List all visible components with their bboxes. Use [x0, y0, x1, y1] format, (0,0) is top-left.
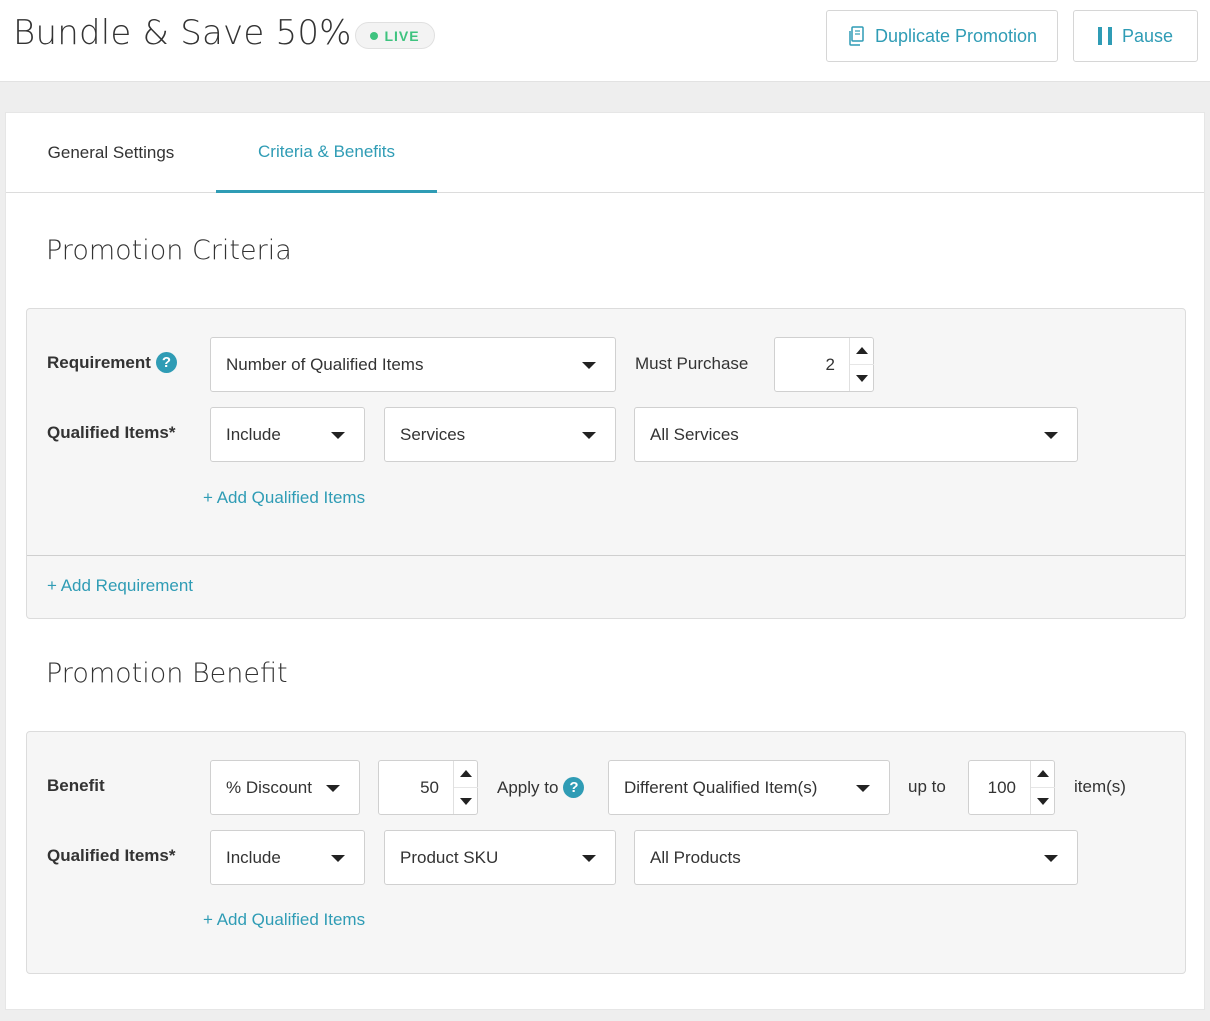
live-dot-icon [370, 31, 379, 40]
tab-bar: General Settings Criteria & Benefits [6, 113, 1204, 193]
requirement-row-label: Requirement ? [47, 352, 177, 373]
apply-to-group: Apply to ? [497, 777, 585, 798]
benefit-amount-stepper[interactable]: 50 [378, 760, 478, 815]
increment-arrow-icon[interactable] [856, 347, 868, 354]
must-purchase-label: Must Purchase [635, 354, 749, 373]
benefit-label: Benefit [47, 776, 105, 795]
duplicate-promotion-button[interactable]: Duplicate Promotion [826, 10, 1058, 62]
must-purchase-stepper[interactable]: 2 [774, 337, 874, 392]
chevron-down-icon [1044, 432, 1058, 439]
status-badge-label: LIVE [384, 27, 420, 44]
chevron-down-icon [331, 432, 345, 439]
tab-general-settings[interactable]: General Settings [6, 113, 216, 193]
benefit-qualified-type-value: Product SKU [400, 847, 499, 867]
criteria-section-title: Promotion Criteria [46, 235, 292, 266]
help-icon[interactable]: ? [563, 777, 585, 798]
chevron-down-icon [856, 785, 870, 792]
pause-icon [1097, 27, 1112, 45]
chevron-down-icon [326, 785, 340, 792]
must-purchase-value[interactable]: 2 [775, 338, 835, 391]
divider [27, 555, 1185, 556]
up-to-value[interactable]: 100 [969, 761, 1016, 814]
increment-arrow-icon[interactable] [460, 770, 472, 777]
up-to-label: up to [908, 777, 946, 796]
requirement-select[interactable]: Number of Qualified Items [210, 337, 616, 392]
pause-label: Pause [1121, 25, 1174, 46]
apply-to-value: Different Qualified Item(s) [624, 777, 818, 797]
requirement-label: Requirement [47, 352, 151, 372]
criteria-panel: Requirement ? Number of Qualified Items … [26, 308, 1186, 619]
qualified-mode-select[interactable]: Include [210, 407, 365, 462]
benefit-amount-value[interactable]: 50 [379, 761, 439, 814]
benefit-qualified-scope-value: All Products [650, 847, 741, 867]
decrement-arrow-icon[interactable] [856, 375, 868, 382]
apply-to-select[interactable]: Different Qualified Item(s) [608, 760, 890, 815]
chevron-down-icon [1044, 855, 1058, 862]
pause-button[interactable]: Pause [1073, 10, 1198, 62]
benefit-qualified-type-select[interactable]: Product SKU [384, 830, 616, 885]
tab-criteria-benefits[interactable]: Criteria & Benefits [216, 113, 437, 193]
page-title: Bundle & Save 50% [13, 13, 352, 53]
qualified-type-value: Services [400, 424, 466, 444]
qualified-scope-value: All Services [650, 424, 739, 444]
benefit-type-value: % Discount [226, 777, 312, 797]
benefit-panel: Benefit % Discount 50 Apply to ? Differe… [26, 731, 1186, 974]
copy-icon [849, 26, 864, 46]
items-suffix: item(s) [1074, 777, 1126, 796]
chevron-down-icon [582, 362, 596, 369]
qualified-items-label: Qualified Items* [47, 423, 176, 442]
help-icon[interactable]: ? [155, 352, 177, 373]
increment-arrow-icon[interactable] [1037, 770, 1049, 777]
qualified-scope-select[interactable]: All Services [634, 407, 1078, 462]
qualified-mode-value: Include [226, 424, 281, 444]
benefit-section-title: Promotion Benefit [46, 658, 288, 689]
benefit-add-qualified-items-link[interactable]: + Add Qualified Items [203, 910, 365, 930]
stepper-arrows [453, 761, 478, 814]
chevron-down-icon [582, 432, 596, 439]
add-requirement-link[interactable]: + Add Requirement [47, 576, 193, 596]
decrement-arrow-icon[interactable] [1037, 798, 1049, 805]
stepper-arrows [849, 338, 874, 391]
status-badge: LIVE [355, 22, 435, 49]
chevron-down-icon [582, 855, 596, 862]
main-card: General Settings Criteria & Benefits Pro… [5, 112, 1205, 1010]
benefit-type-select[interactable]: % Discount [210, 760, 360, 815]
top-bar: Bundle & Save 50% LIVE Duplicate Promoti… [0, 0, 1210, 82]
up-to-stepper[interactable]: 100 [968, 760, 1055, 815]
duplicate-promotion-label: Duplicate Promotion [874, 25, 1038, 46]
apply-to-label: Apply to [497, 777, 559, 797]
chevron-down-icon [331, 855, 345, 862]
benefit-qualified-items-label: Qualified Items* [47, 846, 176, 865]
benefit-qualified-mode-select[interactable]: Include [210, 830, 365, 885]
benefit-qualified-mode-value: Include [226, 847, 281, 867]
stepper-arrows [1030, 761, 1055, 814]
benefit-qualified-scope-select[interactable]: All Products [634, 830, 1078, 885]
add-qualified-items-link[interactable]: + Add Qualified Items [203, 488, 365, 508]
decrement-arrow-icon[interactable] [460, 798, 472, 805]
qualified-type-select[interactable]: Services [384, 407, 616, 462]
requirement-select-value: Number of Qualified Items [226, 354, 424, 374]
